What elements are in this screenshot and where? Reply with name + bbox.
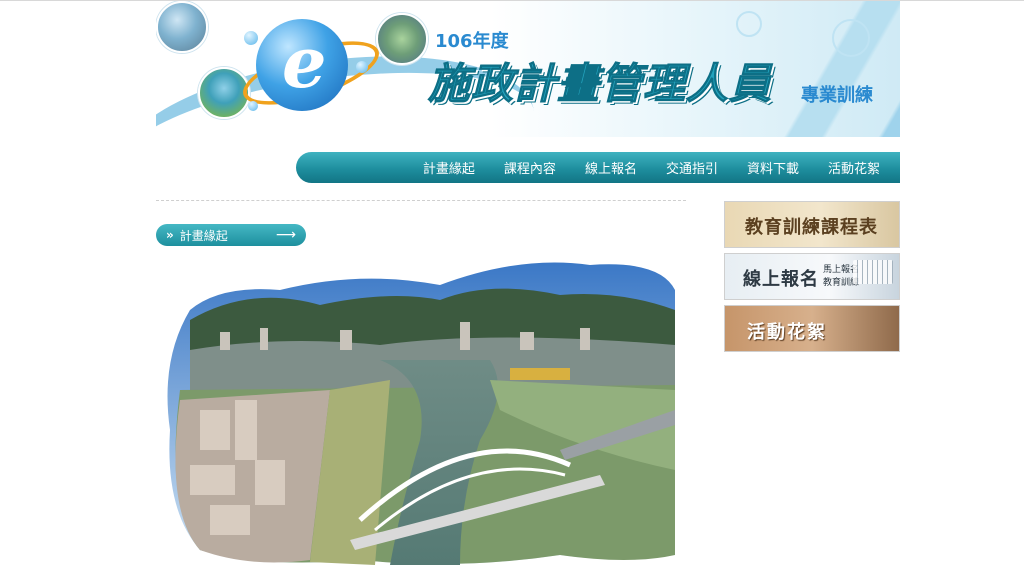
landscape-photo-circle (376, 13, 428, 65)
nav-item-downloads[interactable]: 資料下載 (747, 158, 799, 177)
city-river-photo (167, 262, 675, 565)
nav-item-gallery[interactable]: 活動花絮 (828, 158, 880, 177)
section-heading-tag: » 計畫緣起 ⟶ (156, 224, 306, 246)
online-signup-button[interactable]: 線上報名 馬上報名 教育訓練 (724, 253, 900, 300)
main-nav: 計畫緣起 課程內容 線上報名 交通指引 資料下載 活動花絮 (296, 152, 900, 183)
e-logo-icon: e (282, 21, 327, 104)
keyboard-image (853, 260, 893, 284)
online-signup-label: 線上報名 (743, 269, 819, 290)
arrow-right-icon: ⟶ (275, 227, 296, 243)
course-schedule-button[interactable]: 教育訓練課程表 (724, 201, 900, 248)
course-schedule-label: 教育訓練課程表 (745, 217, 878, 238)
bubble (244, 31, 258, 45)
banner-subtitle: 專業訓練 (801, 85, 873, 106)
nav-item-directions[interactable]: 交通指引 (666, 158, 718, 177)
double-chevron-icon: » (166, 228, 174, 242)
header-banner: e 106年度 施政計畫管理人員 專業訓練 (156, 1, 900, 137)
decorative-ring (736, 11, 762, 37)
section-heading-label: 計畫緣起 (179, 228, 228, 243)
banner-title: 施政計畫管理人員 (427, 59, 773, 109)
nav-item-courses[interactable]: 課程內容 (504, 158, 556, 177)
dotted-divider (156, 200, 686, 201)
bubble (248, 101, 258, 111)
nav-item-registration[interactable]: 線上報名 (585, 158, 637, 177)
nav-item-origin[interactable]: 計畫緣起 (423, 158, 475, 177)
decorative-ring (832, 19, 870, 57)
bubble (356, 61, 368, 73)
gallery-label: 活動花絮 (747, 322, 827, 343)
building-photo-circle (156, 1, 208, 53)
gallery-button[interactable]: 活動花絮 (724, 305, 900, 352)
